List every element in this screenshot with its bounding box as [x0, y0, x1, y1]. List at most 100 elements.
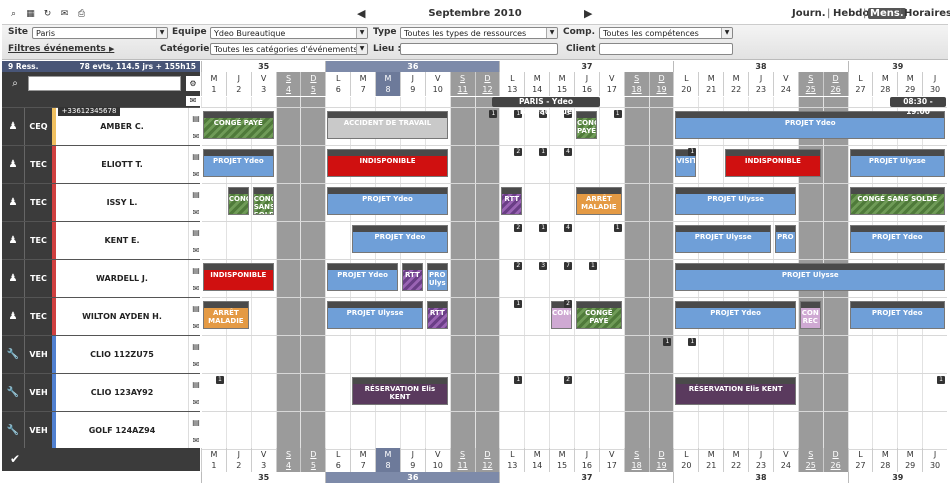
document-icon[interactable]: ▤ [191, 380, 201, 390]
week-footer-36[interactable]: 36 [325, 472, 500, 483]
type-select[interactable]: Toutes les types de ressources ▼ [400, 27, 558, 39]
event-count-badge[interactable]: 1 [688, 148, 697, 156]
day-footer-8[interactable]: M8 [375, 448, 400, 472]
event-block[interactable]: ARRÊT MALADIE [203, 301, 249, 329]
document-icon[interactable]: ▤ [191, 418, 201, 428]
day-footer-14[interactable]: M 14 [524, 448, 549, 472]
mail-icon[interactable]: ✉ [186, 96, 200, 106]
resource-name[interactable]: ELIOTT T. [56, 146, 188, 184]
document-icon[interactable]: ▤ [191, 152, 201, 162]
day-footer-28[interactable]: M 28 [872, 448, 897, 472]
event-block[interactable]: CONG PAYÉ [576, 111, 597, 139]
resource-row[interactable]: ♟ TEC KENT E. ▤ ✉ [2, 221, 202, 260]
event-count-badge[interactable]: 1 [514, 300, 523, 308]
phone-number[interactable]: +33612345678 [58, 107, 120, 116]
resource-row[interactable]: ♟ TEC ISSY L. ▤ ✉ [2, 183, 202, 222]
events-filter-link[interactable]: Filtres événements ▶ [8, 44, 114, 54]
day-header-12[interactable]: D 12 [474, 72, 500, 96]
day-header-23[interactable]: J 23 [748, 72, 773, 96]
search-icon[interactable]: ⌕ [8, 9, 19, 20]
day-header-13[interactable]: L 13 [499, 72, 524, 96]
resource-name[interactable]: KENT E. [56, 222, 188, 260]
event-block[interactable]: CON REC [799, 301, 821, 329]
event-count-badge[interactable]: 1 [588, 262, 597, 270]
grid-icon[interactable]: ▦ [25, 9, 36, 20]
event-block[interactable]: PROJET Ydeo [675, 301, 796, 329]
event-block[interactable]: PRO [774, 225, 796, 253]
event-block[interactable]: INDISPONIBLE [327, 149, 448, 177]
day-header-14[interactable]: M 14 [524, 72, 549, 96]
week-footer-37[interactable]: 37 [499, 472, 674, 483]
event-block[interactable]: INDISPONIBLE [725, 149, 821, 177]
categorie-select[interactable]: Toutes les catégories d'événements ▼ [210, 43, 368, 55]
day-footer-22[interactable]: M 22 [723, 448, 748, 472]
mail-icon[interactable]: ✉ [191, 284, 201, 294]
site-select[interactable]: Paris ▼ [32, 27, 168, 39]
day-footer-24[interactable]: V 24 [772, 448, 798, 472]
day-footer-19[interactable]: D 19 [648, 448, 674, 472]
day-header-6[interactable]: L6 [325, 72, 350, 96]
document-icon[interactable]: ▤ [191, 266, 201, 276]
day-header-17[interactable]: V 17 [598, 72, 624, 96]
event-block[interactable]: CONG SANS SOLD [252, 187, 274, 215]
event-block[interactable]: ACCIDENT DE TRAVAIL [327, 111, 448, 139]
day-footer-17[interactable]: V 17 [598, 448, 624, 472]
event-count-badge[interactable]: 2 [514, 148, 523, 156]
mail-icon[interactable]: ✉ [191, 398, 201, 408]
day-footer-23[interactable]: J 23 [748, 448, 773, 472]
event-count-badge[interactable]: 1 [613, 110, 622, 118]
event-block[interactable]: CONGÉ PAYÉ [576, 301, 622, 329]
event-count-badge[interactable]: 4 [564, 224, 572, 232]
document-icon[interactable]: ▤ [191, 190, 201, 200]
event-count-badge[interactable]: 7 [564, 262, 572, 270]
mail-icon[interactable]: ✉ [191, 170, 201, 180]
event-count-badge[interactable]: 4 [564, 148, 572, 156]
event-block[interactable]: RTT [401, 263, 423, 291]
event-count-badge[interactable]: 2 [514, 224, 523, 232]
event-block[interactable]: PROJET Ulysse [327, 301, 423, 329]
resource-name[interactable]: CLIO 123AY92 [56, 374, 188, 412]
day-footer-5[interactable]: D5 [300, 448, 326, 472]
week-footer-39[interactable]: 39 [847, 472, 947, 483]
day-footer-20[interactable]: L 20 [673, 448, 698, 472]
client-input[interactable] [599, 43, 733, 55]
event-count-badge[interactable]: 1 [539, 224, 548, 232]
resource-name[interactable]: WILTON AYDEN H. [56, 298, 188, 336]
document-icon[interactable]: ▤ [191, 114, 201, 124]
week-header-38[interactable]: 38 [673, 61, 848, 72]
day-header-7[interactable]: M7 [350, 72, 375, 96]
resource-row[interactable]: ♟ TEC ELIOTT T. ▤ ✉ [2, 145, 202, 184]
day-footer-29[interactable]: M 29 [897, 448, 922, 472]
day-header-15[interactable]: M 15 [549, 72, 574, 96]
event-count-badge[interactable]: 2 [564, 376, 572, 384]
resource-row[interactable]: 🔧 VEH CLIO 123AY92 ▤ ✉ [2, 373, 202, 412]
day-footer-26[interactable]: D 26 [822, 448, 848, 472]
day-footer-21[interactable]: M 21 [698, 448, 723, 472]
prev-month-arrow-icon[interactable]: ◀ [357, 7, 365, 20]
week-footer-38[interactable]: 38 [673, 472, 848, 483]
resource-row[interactable]: ♟ TEC WARDELL J. ▤ ✉ [2, 259, 202, 298]
day-footer-11[interactable]: S 11 [449, 448, 475, 472]
event-block[interactable]: INDISPONIBLE [203, 263, 274, 291]
document-icon[interactable]: ▤ [191, 304, 201, 314]
event-block[interactable]: PROJET Ulysse [675, 187, 796, 215]
resource-name[interactable]: GOLF 124AZ94 [56, 412, 188, 450]
day-header-8[interactable]: M8 [375, 72, 400, 96]
event-block[interactable]: PROJET Ulysse [675, 263, 945, 291]
day-header-16[interactable]: J 16 [574, 72, 599, 96]
day-header-22[interactable]: M 22 [723, 72, 748, 96]
day-footer-15[interactable]: M 15 [549, 448, 574, 472]
check-icon[interactable]: ✔ [10, 452, 20, 466]
event-block[interactable]: PROJET Ydeo [327, 187, 448, 215]
equipe-select[interactable]: Ydeo Bureautique ▼ [210, 27, 368, 39]
day-footer-30[interactable]: J 30 [922, 448, 947, 472]
lieu-input[interactable] [400, 43, 558, 55]
day-footer-12[interactable]: D 12 [474, 448, 500, 472]
comp-select[interactable]: Toutes les compétences ▼ [599, 27, 733, 39]
resource-search-input[interactable] [28, 76, 181, 91]
filter-icon[interactable]: ⚙ [186, 76, 200, 91]
resource-row[interactable]: ♟ TEC WILTON AYDEN H. ▤ ✉ [2, 297, 202, 336]
day-header-11[interactable]: S 11 [449, 72, 475, 96]
week-header-36[interactable]: 36 [325, 61, 500, 72]
event-block[interactable]: CONG [227, 187, 249, 215]
